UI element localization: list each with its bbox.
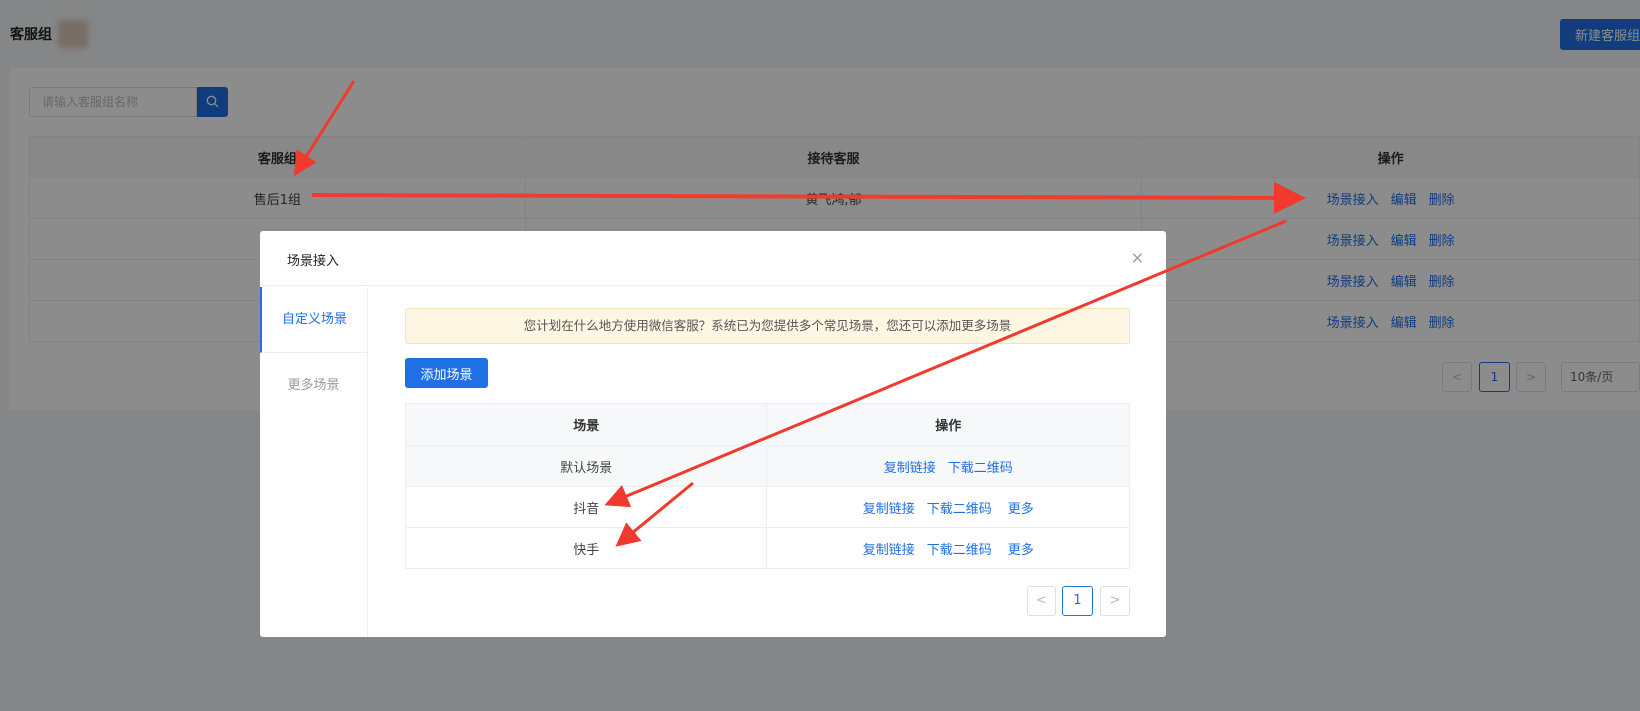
scene-access-dialog: 场景接入 × 自定义场景 更多场景 您计划在什么地方使用微信客服？系统已为您提供… <box>260 231 1166 637</box>
table-row: 抖音 复制链接 下载二维码 更多 <box>404 486 1130 528</box>
table-row: 快手 复制链接 下载二维码 更多 <box>404 527 1130 569</box>
scene-actions: 复制链接 下载二维码 更多 <box>766 527 1130 569</box>
copy-link[interactable]: 复制链接 <box>884 461 936 476</box>
download-qrcode-link[interactable]: 下载二维码 <box>927 543 992 558</box>
more-link[interactable]: 更多 <box>1008 543 1034 558</box>
copy-link[interactable]: 复制链接 <box>863 502 915 517</box>
scene-name: 默认场景 <box>404 445 768 487</box>
copy-link[interactable]: 复制链接 <box>863 543 915 558</box>
scene-name: 抖音 <box>404 486 768 528</box>
dialog-side-tabs: 自定义场景 更多场景 <box>260 287 368 637</box>
add-scene-button[interactable]: 添加场景 <box>405 358 488 388</box>
scene-name: 快手 <box>404 527 768 569</box>
tab-custom-scene[interactable]: 自定义场景 <box>260 287 367 353</box>
dialog-title: 场景接入 <box>287 254 340 269</box>
notice-banner: 您计划在什么地方使用微信客服？系统已为您提供多个常见场景，您还可以添加更多场景 <box>405 308 1130 344</box>
tab-more-scenes[interactable]: 更多场景 <box>260 353 367 419</box>
download-qrcode-link[interactable]: 下载二维码 <box>948 461 1013 476</box>
header-scene-actions: 操作 <box>766 403 1130 446</box>
dialog-page-number-button[interactable]: 1 <box>1062 586 1093 616</box>
dialog-header: 场景接入 × <box>260 231 1166 286</box>
dialog-page-next-button[interactable]: > <box>1100 586 1130 616</box>
header-scene: 场景 <box>404 403 768 446</box>
close-icon[interactable]: × <box>1131 248 1144 267</box>
scene-table: 场景 操作 默认场景 复制链接 下载二维码 抖音 复制链接 下载二维码 更多 快手 复… <box>404 403 1130 569</box>
download-qrcode-link[interactable]: 下载二维码 <box>927 502 992 517</box>
more-link[interactable]: 更多 <box>1008 502 1034 517</box>
dialog-page-prev-button[interactable]: < <box>1027 586 1056 616</box>
scene-actions: 复制链接 下载二维码 <box>766 445 1130 487</box>
scene-actions: 复制链接 下载二维码 更多 <box>766 486 1130 528</box>
table-row: 默认场景 复制链接 下载二维码 <box>404 445 1130 487</box>
